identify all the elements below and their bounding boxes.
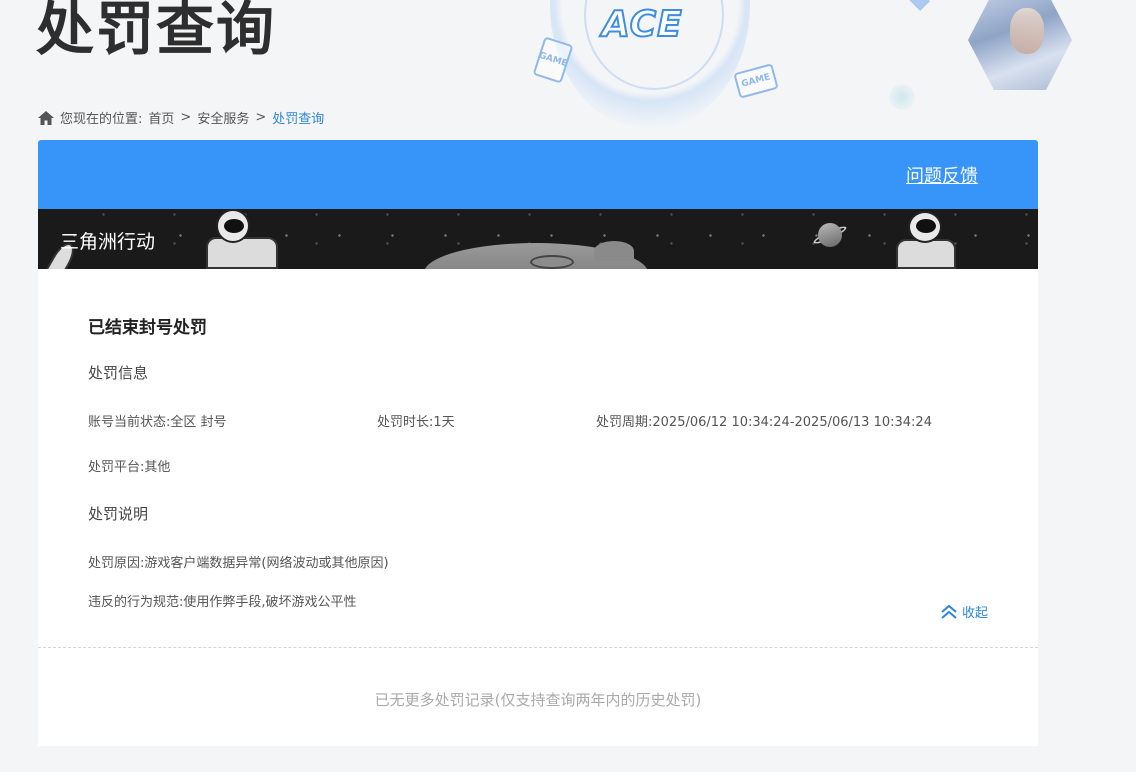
astronaut-left-body xyxy=(206,237,278,269)
collapse-button[interactable]: 收起 xyxy=(940,602,988,621)
breadcrumb-separator: > xyxy=(180,110,192,125)
character-face xyxy=(1010,8,1044,54)
breadcrumb-prefix: 您现在的位置: xyxy=(60,112,143,127)
card-header-bar: 问题反馈 xyxy=(38,140,1038,209)
ace-logo: ACE xyxy=(601,3,683,46)
decorative-bubble xyxy=(889,84,915,110)
breadcrumb-separator: > xyxy=(255,110,267,125)
penalty-duration: 处罚时长:1天 xyxy=(377,415,455,430)
collapse-label: 收起 xyxy=(961,606,988,621)
chevron-double-up-icon xyxy=(941,604,957,619)
astronaut-left-visor xyxy=(224,219,244,233)
info-section-title: 处罚信息 xyxy=(88,364,149,382)
game-card-icon-left: GAME xyxy=(532,36,574,84)
penalty-details: 已结束封号处罚 处罚信息 账号当前状态:全区 封号 处罚时长:1天 处罚周期:2… xyxy=(38,269,1038,647)
penalty-platform: 处罚平台:其他 xyxy=(88,460,171,475)
logo-inner-ring xyxy=(584,0,724,90)
breadcrumb-current[interactable]: 处罚查询 xyxy=(272,108,324,127)
character-hexagon-image xyxy=(968,0,1072,90)
no-more-records-note: 已无更多处罚记录(仅支持查询两年内的历史处罚) xyxy=(374,691,702,709)
page: ACE GAME GAME 处罚查询 您现在的位置: 首页 > 安全服务 > 处… xyxy=(0,0,1136,772)
violated-rule: 违反的行为规范:使用作弊手段,破坏游戏公平性 xyxy=(88,595,357,610)
home-icon xyxy=(38,110,54,125)
saucer-hatch xyxy=(530,255,574,269)
breadcrumb-home[interactable]: 首页 xyxy=(148,108,174,127)
info-row: 账号当前状态:全区 封号 处罚时长:1天 处罚周期:2025/06/12 10:… xyxy=(88,411,988,430)
planet-illustration xyxy=(818,223,842,247)
account-status: 账号当前状态:全区 封号 xyxy=(88,415,227,430)
penalty-reason: 处罚原因:游戏客户端数据异常(网络波动或其他原因) xyxy=(88,556,389,571)
logo-glow-ring xyxy=(550,0,750,130)
game-card-icon-right: GAME xyxy=(733,63,779,99)
feedback-link[interactable]: 问题反馈 xyxy=(906,162,978,188)
decorative-diamond xyxy=(905,0,931,12)
breadcrumb: 您现在的位置: 首页 > 安全服务 > 处罚查询 xyxy=(38,108,330,127)
breadcrumb-security-service[interactable]: 安全服务 xyxy=(197,108,249,127)
saucer-dome xyxy=(594,241,634,261)
game-banner: 三角洲行动 xyxy=(38,209,1038,269)
page-title: 处罚查询 xyxy=(36,0,277,63)
ban-title: 已结束封号处罚 xyxy=(88,318,207,338)
penalty-period: 处罚周期:2025/06/12 10:34:24-2025/06/13 10:3… xyxy=(596,415,932,430)
game-name: 三角洲行动 xyxy=(60,231,156,253)
astronaut-right-visor xyxy=(916,219,936,233)
astronaut-right-body xyxy=(896,239,956,269)
desc-section-title: 处罚说明 xyxy=(88,505,149,523)
penalty-card: 问题反馈 三角洲行动 已结束封号处罚 处罚信息 账号当前状态:全区 封号 处罚时… xyxy=(38,140,1038,746)
